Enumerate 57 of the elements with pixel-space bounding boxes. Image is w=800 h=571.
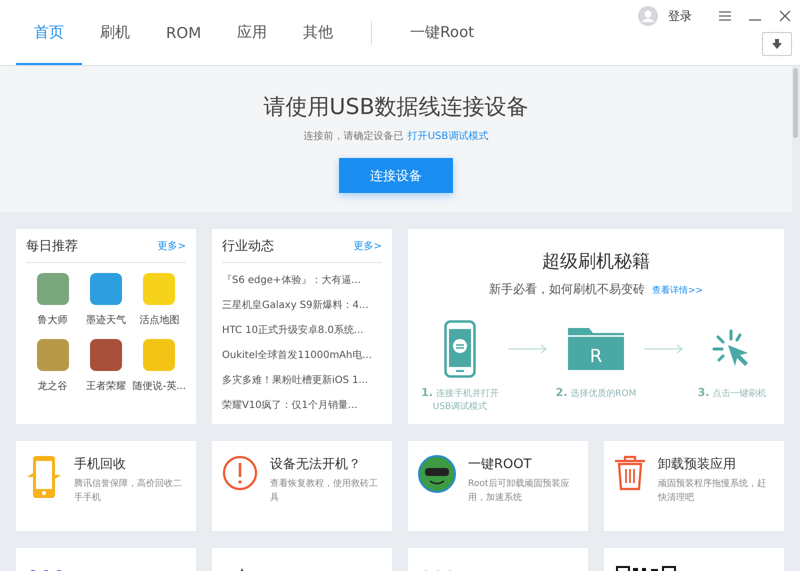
download-button[interactable] — [762, 32, 792, 56]
news-link[interactable]: 三星机皇Galaxy S9新爆料：4... — [222, 299, 382, 313]
feature-title: 卸载预装应用 — [658, 456, 737, 473]
step-label: 2. 选择优质的ROM — [556, 386, 636, 401]
feature-card[interactable]: 卸载预装应用 顽固预装程序拖慢系统，赶快清理吧 — [604, 441, 784, 531]
scrollbar-thumb[interactable] — [793, 68, 798, 138]
feature-description: 顽固预装程序拖慢系统，赶快清理吧 — [658, 478, 767, 505]
feature-card[interactable]: 设备无法开机？ 查看恢复教程，使用救砖工具 — [212, 441, 392, 531]
app-icon[interactable] — [36, 273, 69, 305]
app-name[interactable]: 墨迹天气 — [86, 313, 126, 327]
nav-tab[interactable]: 应用 — [219, 2, 286, 65]
feature-title: 一键ROOT — [468, 456, 532, 473]
news-link[interactable]: 『S6 edge+体验』：大有逼... — [222, 274, 382, 288]
nav-tab[interactable]: ROM — [148, 2, 220, 65]
news-link[interactable]: Oukitel全球首发11000mAh电... — [222, 349, 382, 363]
app-name[interactable]: 随便说-英... — [132, 379, 186, 393]
feature-description: 查看恢复教程，使用救砖工具 — [270, 478, 379, 505]
feature-description: 腾讯信誉保障，高价回收二手手机 — [74, 478, 183, 505]
alert-icon — [222, 455, 258, 491]
avatar-icon[interactable] — [638, 6, 658, 26]
feature-title: 设备无法开机？ — [270, 456, 362, 473]
guide-title: 超级刷机秘籍 — [542, 250, 650, 273]
hero-title: 请使用USB数据线连接设备 — [263, 94, 529, 122]
app-name[interactable]: 活点地图 — [139, 313, 180, 327]
menu-icon[interactable] — [718, 10, 732, 22]
trash-icon — [614, 455, 646, 491]
app-icon[interactable] — [90, 339, 122, 371]
news-link[interactable]: 荣耀V10疯了：仅1个月销量... — [222, 399, 382, 413]
app-name[interactable]: 王者荣耀 — [86, 379, 126, 393]
arrow-icon — [508, 344, 548, 354]
feature-card[interactable]: 手机回收 腾讯信誉保障，高价回收二手手机 — [16, 441, 196, 531]
step-label: 3. 点击一键刷机 — [698, 386, 766, 401]
app-icon[interactable] — [90, 273, 122, 305]
phone-recycle-icon — [26, 455, 62, 499]
close-icon[interactable] — [778, 9, 792, 23]
feature-card[interactable]: 一键ROOT Root后可卸载顽固预装应用，加速系统 — [408, 441, 588, 531]
app-name[interactable]: 鲁大师 — [38, 313, 68, 327]
nav-tab[interactable]: 一键Root — [392, 2, 492, 65]
arrow-icon — [644, 344, 684, 354]
download-icon — [771, 38, 783, 50]
news-link[interactable]: 多灾多难！果粉吐槽更新iOS 1... — [222, 374, 382, 388]
step-label: 1. 连接手机并打开USB调试模式 — [420, 386, 500, 414]
nav-tab[interactable]: 刷机 — [82, 2, 148, 65]
news-link[interactable]: HTC 10正式升级安卓8.0系统... — [222, 324, 382, 338]
hint-text: 连接前，请确定设备已 — [304, 130, 404, 143]
login-link[interactable]: 登录 — [668, 8, 692, 24]
card-title: 每日推荐 — [26, 238, 78, 254]
feature-title: 手机回收 — [74, 456, 127, 473]
app-name[interactable]: 龙之谷 — [38, 379, 68, 393]
feature-description: Root后可卸载顽固预装应用，加速系统 — [468, 478, 570, 505]
mascot-icon — [418, 455, 456, 493]
guide-subtitle: 新手必看，如何刷机不易变砖 — [488, 281, 645, 298]
folder-letter: R — [590, 346, 602, 367]
nav-tab[interactable]: 其他 — [285, 2, 352, 65]
card-title: 行业动态 — [222, 238, 274, 254]
phone-icon — [444, 320, 476, 378]
app-icon[interactable] — [36, 339, 69, 371]
